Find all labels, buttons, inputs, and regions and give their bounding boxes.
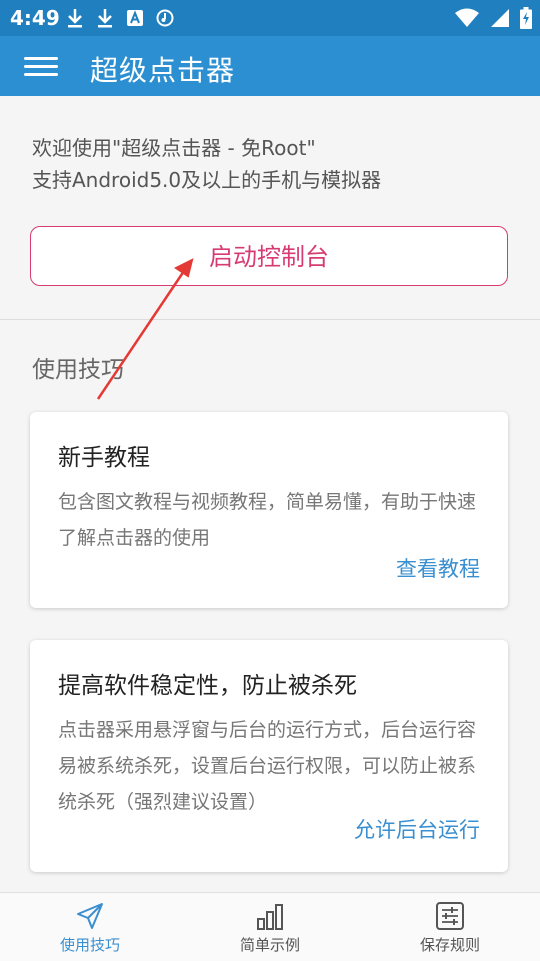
- download-icon: [98, 9, 112, 28]
- intro-text: 欢迎使用"超级点击器 - 免Root" 支持Android5.0及以上的手机与模…: [32, 132, 381, 196]
- card-title: 新手教程: [58, 445, 150, 471]
- wifi-icon: [455, 8, 479, 27]
- launch-console-button[interactable]: 启动控制台: [30, 226, 508, 286]
- app-title: 超级点击器: [90, 54, 236, 87]
- hamburger-icon: [24, 57, 58, 60]
- stability-card: 提高软件稳定性，防止被杀死 点击器采用悬浮窗与后台的运行方式，后台运行容易被系统…: [30, 640, 508, 872]
- nav-tips[interactable]: 使用技巧: [0, 893, 180, 961]
- battery-charging-icon: [520, 7, 532, 29]
- status-notifications: [66, 6, 174, 30]
- download-icon: [68, 9, 82, 28]
- menu-button[interactable]: [24, 52, 58, 80]
- card-title: 提高软件稳定性，防止被杀死: [58, 673, 357, 699]
- tutorial-card: 新手教程 包含图文教程与视频教程，简单易懂，有助于快速了解点击器的使用 查看教程: [30, 412, 508, 608]
- bar-chart-icon: [257, 904, 283, 930]
- allow-background-link[interactable]: 允许后台运行: [354, 814, 480, 844]
- section-title: 使用技巧: [32, 357, 124, 383]
- status-system-icons: [454, 6, 532, 30]
- sliders-icon: [436, 902, 464, 930]
- nav-label: 简单示例: [239, 936, 300, 954]
- status-time: 4:49: [10, 6, 60, 30]
- intro-line-1: 欢迎使用"超级点击器 - 免Root": [32, 136, 316, 160]
- send-icon: [77, 903, 103, 929]
- nav-saved-rules[interactable]: 保存规则: [360, 893, 540, 961]
- app-bar: 超级点击器: [0, 36, 540, 96]
- card-description: 包含图文教程与视频教程，简单易懂，有助于快速了解点击器的使用: [58, 491, 477, 549]
- divider: [0, 319, 540, 320]
- intro-line-2: 支持Android5.0及以上的手机与模拟器: [32, 168, 382, 192]
- status-bar: 4:49: [0, 0, 540, 36]
- bottom-navigation: 使用技巧 简单示例 保存规则: [0, 892, 540, 961]
- app-notification-icon: [127, 10, 143, 26]
- nav-examples[interactable]: 简单示例: [180, 893, 360, 961]
- view-tutorial-link[interactable]: 查看教程: [396, 553, 480, 583]
- nav-label: 使用技巧: [59, 936, 120, 954]
- nav-label: 保存规则: [419, 936, 480, 954]
- signal-icon: [491, 9, 509, 27]
- card-description: 点击器采用悬浮窗与后台的运行方式，后台运行容易被系统杀死，设置后台运行权限，可以…: [58, 719, 477, 813]
- music-icon: [156, 9, 174, 27]
- main-content[interactable]: 欢迎使用"超级点击器 - 免Root" 支持Android5.0及以上的手机与模…: [0, 96, 540, 892]
